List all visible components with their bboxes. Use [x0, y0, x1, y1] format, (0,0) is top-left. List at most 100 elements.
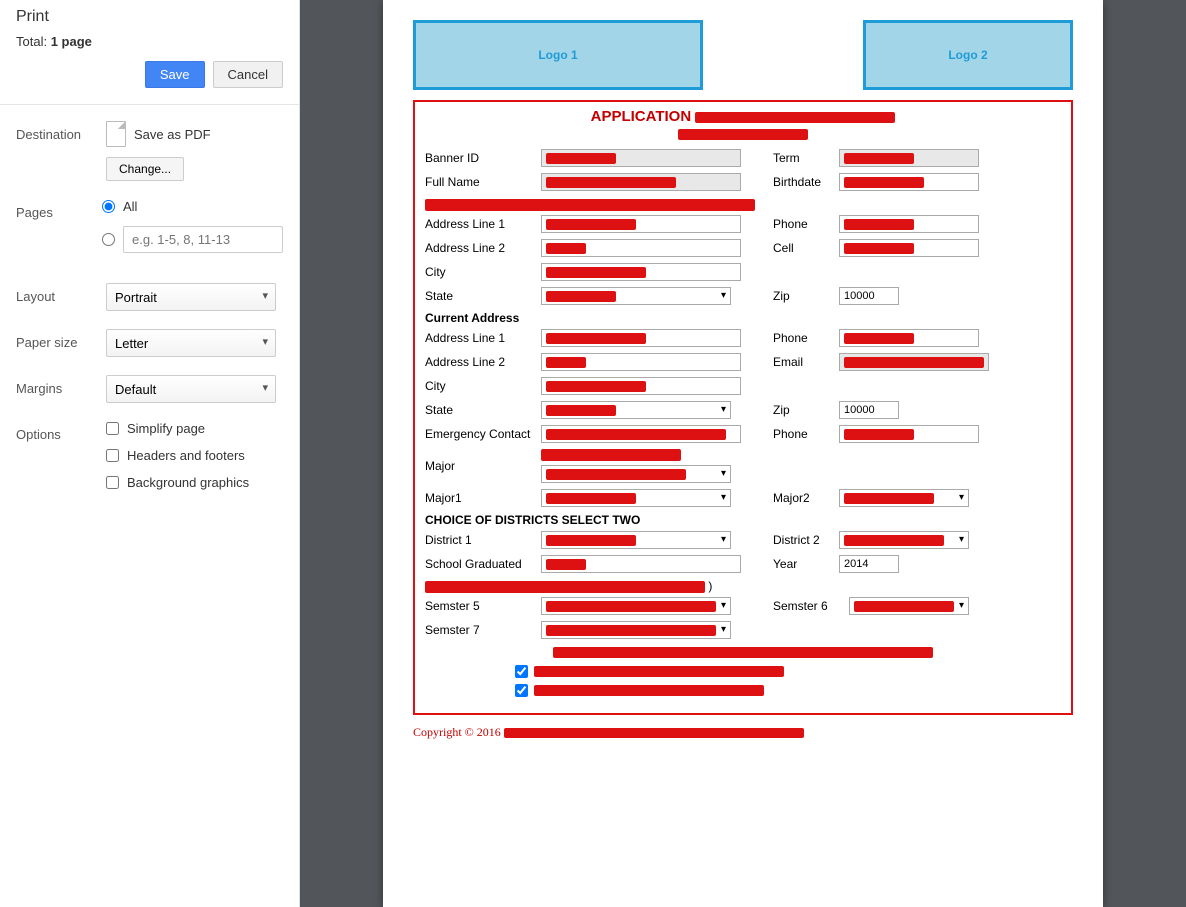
sem5-label: Semster 5: [425, 599, 535, 613]
phone-label: Phone: [773, 217, 833, 231]
curr-addr1-label: Address Line 1: [425, 331, 535, 345]
sem6-label: Semster 6: [773, 599, 843, 613]
curr-state-select[interactable]: [541, 401, 731, 419]
emergency-label: Emergency Contact: [425, 427, 535, 441]
district2-label: District 2: [773, 533, 833, 547]
print-title: Print: [16, 8, 283, 26]
margins-label: Margins: [16, 375, 106, 396]
option-checkbox-2[interactable]: [515, 684, 528, 697]
pages-all-radio[interactable]: [102, 200, 115, 213]
save-button[interactable]: Save: [145, 61, 205, 88]
full-name-label: Full Name: [425, 175, 535, 189]
email-field: [839, 353, 989, 371]
redacted-bar: [678, 129, 808, 140]
pages-range-input[interactable]: [123, 226, 283, 253]
papersize-label: Paper size: [16, 329, 106, 350]
curr-city-field: [541, 377, 741, 395]
zip-label: Zip: [773, 289, 833, 303]
year-label: Year: [773, 557, 833, 571]
full-name-field: [541, 173, 741, 191]
layout-label: Layout: [16, 283, 106, 304]
banner-id-label: Banner ID: [425, 151, 535, 165]
phone-field: [839, 215, 979, 233]
print-sidebar: Print Total: 1 page Save Cancel Destinat…: [0, 0, 300, 907]
sem6-select[interactable]: [849, 597, 969, 615]
emerg-phone-field: [839, 425, 979, 443]
emergency-field: [541, 425, 741, 443]
district2-select[interactable]: [839, 531, 969, 549]
school-grad-field: [541, 555, 741, 573]
addr2-field: [541, 239, 741, 257]
curr-phone-label: Phone: [773, 331, 833, 345]
redacted-bar: [553, 647, 933, 658]
layout-select[interactable]: Portrait: [106, 283, 276, 311]
birthdate-field: [839, 173, 979, 191]
option-checkbox-1[interactable]: [515, 665, 528, 678]
pdf-icon: [106, 121, 126, 147]
redacted-bar: [534, 685, 764, 696]
redacted-section-header: [425, 199, 755, 211]
major-select[interactable]: [541, 465, 731, 483]
banner-id-field: [541, 149, 741, 167]
redacted-bar: [695, 112, 895, 123]
addr1-label: Address Line 1: [425, 217, 535, 231]
margins-select[interactable]: Default: [106, 375, 276, 403]
addr2-label: Address Line 2: [425, 241, 535, 255]
copyright-text: Copyright © 2016: [413, 725, 501, 739]
email-label: Email: [773, 355, 833, 369]
sem7-select[interactable]: [541, 621, 731, 639]
cell-field: [839, 239, 979, 257]
redacted-bar: [541, 449, 681, 461]
major2-select[interactable]: [839, 489, 969, 507]
curr-addr1-field: [541, 329, 741, 347]
destination-value: Save as PDF: [134, 127, 211, 142]
current-address-header: Current Address: [425, 311, 1061, 325]
pages-label: Pages: [16, 199, 102, 220]
cell-label: Cell: [773, 241, 833, 255]
curr-zip-label: Zip: [773, 403, 833, 417]
curr-addr2-label: Address Line 2: [425, 355, 535, 369]
term-field: [839, 149, 979, 167]
districts-header: CHOICE OF DISTRICTS SELECT TWO: [425, 513, 1061, 527]
major-label: Major: [425, 459, 535, 473]
birthdate-label: Birthdate: [773, 175, 833, 189]
logo-2-placeholder: Logo 2: [863, 20, 1073, 90]
preview-page: Logo 1 Logo 2 APPLICATION Banner ID Term…: [383, 0, 1103, 907]
application-title: APPLICATION: [591, 108, 692, 125]
zip-field: 10000: [839, 287, 899, 305]
cancel-button[interactable]: Cancel: [213, 61, 283, 88]
curr-state-label: State: [425, 403, 535, 417]
city-label: City: [425, 265, 535, 279]
curr-zip-field: 10000: [839, 401, 899, 419]
background-graphics-checkbox[interactable]: [106, 476, 119, 489]
sem5-select[interactable]: [541, 597, 731, 615]
school-grad-label: School Graduated: [425, 557, 535, 571]
district1-label: District 1: [425, 533, 535, 547]
logo-1-placeholder: Logo 1: [413, 20, 703, 90]
year-field: 2014: [839, 555, 899, 573]
papersize-select[interactable]: Letter: [106, 329, 276, 357]
options-label: Options: [16, 421, 106, 442]
sem7-label: Semster 7: [425, 623, 535, 637]
redacted-section-header: [425, 581, 705, 593]
state-select[interactable]: [541, 287, 731, 305]
destination-label: Destination: [16, 121, 106, 142]
curr-city-label: City: [425, 379, 535, 393]
pages-range-radio[interactable]: [102, 233, 115, 246]
emerg-phone-label: Phone: [773, 427, 833, 441]
district1-select[interactable]: [541, 531, 731, 549]
curr-phone-field: [839, 329, 979, 347]
addr1-field: [541, 215, 741, 233]
simplify-checkbox[interactable]: [106, 422, 119, 435]
total-line: Total: 1 page: [16, 34, 283, 49]
application-frame: APPLICATION Banner ID Term Full Name Bir…: [413, 100, 1073, 715]
city-field: [541, 263, 741, 281]
redacted-bar: [504, 728, 804, 738]
major1-label: Major1: [425, 491, 535, 505]
major1-select[interactable]: [541, 489, 731, 507]
headers-footers-checkbox[interactable]: [106, 449, 119, 462]
redacted-bar: [534, 666, 784, 677]
curr-addr2-field: [541, 353, 741, 371]
change-destination-button[interactable]: Change...: [106, 157, 184, 181]
state-label: State: [425, 289, 535, 303]
